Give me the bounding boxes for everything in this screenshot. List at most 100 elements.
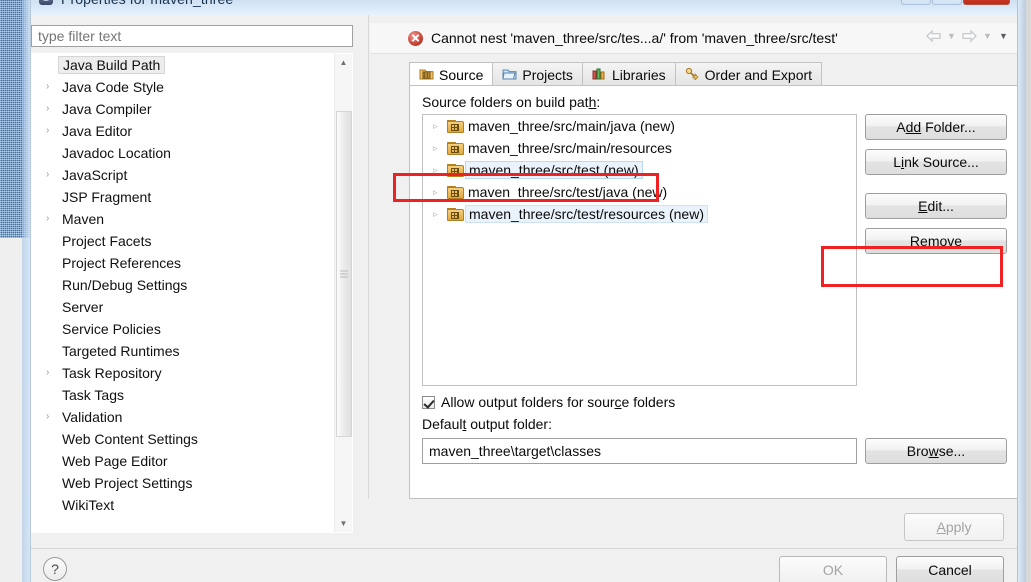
expand-chevron-icon[interactable]: › [46, 170, 60, 180]
more-dropdown-icon[interactable]: ▼ [997, 30, 1010, 43]
expand-chevron-icon[interactable]: › [46, 104, 60, 114]
settings-tree-item[interactable]: › Java Editor [32, 120, 332, 142]
settings-tree-item-label: Javadoc Location [62, 145, 171, 161]
link-source-button[interactable]: Link Source... [865, 149, 1007, 175]
settings-tree-list: ›Java Build Path›Java Code Style›Java Co… [32, 54, 332, 516]
dialog-footer-buttons: OK Cancel [779, 556, 1004, 582]
settings-tree-item[interactable]: ›WikiText [32, 494, 332, 516]
settings-tree-item[interactable]: › Java Compiler [32, 98, 332, 120]
settings-tree-item[interactable]: ›JSP Fragment [32, 186, 332, 208]
scroll-up-icon[interactable]: ▲ [335, 54, 352, 71]
window-controls: — ❐ ✕ [901, 0, 1010, 5]
source-folder-row[interactable]: ▹ maven_three/src/test/resources (new) [423, 203, 856, 225]
expand-chevron-icon[interactable]: ▹ [433, 143, 447, 153]
settings-tree-item-label: Service Policies [62, 321, 161, 337]
libraries-icon [592, 67, 607, 83]
expand-chevron-icon[interactable]: ▹ [433, 165, 447, 175]
forward-arrow-icon[interactable] [961, 29, 978, 43]
settings-tree-item[interactable]: ›Run/Debug Settings [32, 274, 332, 296]
settings-tree-item[interactable]: ›Javadoc Location [32, 142, 332, 164]
expand-chevron-icon[interactable]: › [46, 214, 60, 224]
settings-tree-item[interactable]: › Java Code Style [32, 76, 332, 98]
settings-tree-item-label: Project Facets [62, 233, 152, 249]
message-bar: Cannot nest 'maven_three/src/tes...a/' f… [370, 23, 1018, 54]
expand-chevron-icon[interactable]: ▹ [433, 121, 447, 131]
source-folders-label: Source folders on build path: [422, 94, 601, 110]
scroll-down-icon[interactable]: ▼ [335, 515, 352, 532]
settings-tree-item-label: Task Tags [62, 387, 124, 403]
settings-tree-item[interactable]: › Task Repository [32, 362, 332, 384]
tab-order-and-export[interactable]: Order and Export [674, 62, 823, 86]
settings-tree-item[interactable]: ›Web Content Settings [32, 428, 332, 450]
close-button[interactable]: ✕ [963, 0, 1010, 5]
add-folder-button[interactable]: Add Folder... [865, 114, 1007, 140]
browse-button[interactable]: Browse... [865, 438, 1007, 464]
scrollbar-thumb[interactable] [336, 111, 352, 437]
expand-chevron-icon[interactable]: › [46, 368, 60, 378]
tab-libraries[interactable]: Libraries [581, 62, 676, 86]
settings-tree-item[interactable]: ›Targeted Runtimes [32, 340, 332, 362]
build-path-tabs: Source Projects Libraries Order and Export [409, 62, 823, 86]
source-tab-panel: Source folders on build path: ▹ maven_thr… [409, 85, 1018, 499]
error-icon [408, 30, 423, 46]
expand-chevron-icon[interactable]: ▹ [433, 187, 447, 197]
settings-tree-item-label: Maven [62, 211, 105, 227]
help-icon[interactable]: ? [43, 557, 67, 581]
expand-chevron-icon[interactable]: › [46, 412, 60, 422]
screen-root: Properties for maven_three — ❐ ✕ ›Java B… [0, 0, 1031, 582]
source-folder-row[interactable]: ▹ maven_three/src/main/java (new) [423, 115, 856, 137]
settings-tree-item[interactable]: ›Web Page Editor [32, 450, 332, 472]
filter-input[interactable] [31, 25, 353, 47]
source-folders-list[interactable]: ▹ maven_three/src/main/java (new) ▹ maven_t… [422, 114, 857, 386]
settings-tree-scrollbar[interactable]: ▲ ▼ [334, 54, 352, 532]
tab-label: Projects [522, 66, 573, 83]
tab-projects[interactable]: Projects [492, 62, 583, 86]
forward-dropdown-icon[interactable]: ▼ [981, 30, 994, 43]
cancel-button[interactable]: Cancel [896, 556, 1004, 582]
default-output-folder-input[interactable] [422, 438, 857, 464]
expand-chevron-icon[interactable]: › [46, 82, 60, 92]
ok-button[interactable]: OK [779, 556, 887, 582]
source-folder-icon [447, 141, 464, 155]
settings-tree-item[interactable]: ›Service Policies [32, 318, 332, 340]
source-folder-row[interactable]: ▹ maven_three/src/test (new) [423, 159, 856, 181]
settings-tree-item-label: Project References [62, 255, 182, 271]
settings-tree-item-label: Validation [62, 409, 123, 425]
settings-tree-item-label: Java Code Style [62, 79, 164, 95]
edit-button[interactable]: Edit... [865, 193, 1007, 219]
minimize-button[interactable]: — [901, 0, 931, 5]
source-folder-icon [419, 67, 434, 83]
settings-tree-item[interactable]: ›Task Tags [32, 384, 332, 406]
settings-tree[interactable]: ›Java Build Path›Java Code Style›Java Co… [31, 53, 353, 533]
back-arrow-icon[interactable] [925, 29, 942, 43]
remove-button[interactable]: Remove [865, 228, 1007, 254]
source-folder-row[interactable]: ▹ maven_three/src/main/resources [423, 137, 856, 159]
projects-folder-icon [502, 67, 517, 83]
settings-tree-item[interactable]: ›Project Facets [32, 230, 332, 252]
apply-button[interactable]: Apply [904, 513, 1004, 541]
settings-tree-item[interactable]: ›Server [32, 296, 332, 318]
expand-chevron-icon[interactable]: ▹ [433, 209, 447, 219]
settings-tree-item[interactable]: › Validation [32, 406, 332, 428]
allow-output-folders-row[interactable]: Allow output folders for source folders [422, 394, 675, 410]
settings-tree-item-label: Task Repository [62, 365, 162, 381]
settings-tree-item-label: Targeted Runtimes [62, 343, 180, 359]
source-folder-icon [447, 207, 464, 221]
settings-tree-item[interactable]: ›Project References [32, 252, 332, 274]
tab-source[interactable]: Source [409, 62, 494, 86]
allow-output-folders-checkbox[interactable] [422, 395, 435, 409]
back-dropdown-icon[interactable]: ▼ [945, 30, 958, 43]
message-nav-controls: ▼ ▼ ▼ [925, 29, 1010, 43]
properties-icon [39, 0, 55, 9]
source-folder-icon [447, 163, 464, 177]
source-folder-icon [447, 119, 464, 133]
settings-tree-item[interactable]: ›Web Project Settings [32, 472, 332, 494]
expand-chevron-icon[interactable]: › [46, 126, 60, 136]
settings-tree-item[interactable]: ›Java Build Path [32, 54, 332, 76]
settings-tree-item[interactable]: › JavaScript [32, 164, 332, 186]
maximize-button[interactable]: ❐ [932, 0, 962, 5]
settings-tree-item[interactable]: › Maven [32, 208, 332, 230]
source-folder-row[interactable]: ▹ maven_three/src/test/java (new) [423, 181, 856, 203]
window-frame-right [1017, 0, 1026, 582]
source-folder-label: maven_three/src/test/resources (new) [465, 205, 708, 223]
